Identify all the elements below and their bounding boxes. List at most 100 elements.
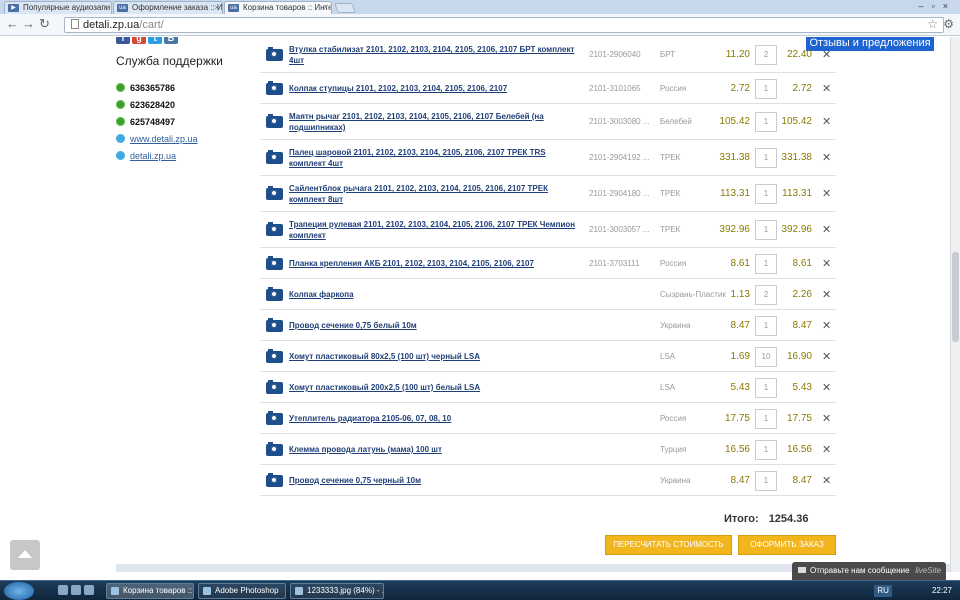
product-name-link[interactable]: Втулка стабилизат 2101, 2102, 2103, 2104… [289, 44, 581, 66]
tab-checkout[interactable]: ua Оформление заказа :: Инте × [113, 1, 223, 14]
camera-photo-icon[interactable] [266, 186, 283, 200]
camera-photo-icon[interactable] [266, 47, 283, 61]
quantity-input[interactable]: 1 [755, 409, 777, 429]
wrench-menu-icon[interactable]: ⚙ [943, 17, 954, 31]
contact-item: 625748497 [116, 115, 198, 132]
quicklaunch-icon[interactable] [58, 585, 68, 595]
product-name-link[interactable]: Колпак ступицы 2101, 2102, 2103, 2104, 2… [289, 83, 581, 94]
taskbar-item[interactable]: Adobe Photoshop [198, 583, 286, 599]
product-article: 2101-3003057 ... [589, 225, 650, 234]
reload-icon[interactable]: ↻ [39, 17, 50, 31]
ua-site-tab-icon: ua [117, 4, 128, 12]
back-arrow-icon[interactable]: ← [6, 17, 19, 31]
taskbar-item[interactable]: 1233333.jpg (84%) - ... [290, 583, 384, 599]
close-tab-icon[interactable]: × [323, 2, 328, 14]
product-name-link[interactable]: Планка крепления АКБ 2101, 2102, 2103, 2… [289, 258, 581, 269]
camera-photo-icon[interactable] [266, 150, 283, 164]
delete-item-icon[interactable]: ✕ [822, 381, 831, 394]
twitter-icon[interactable]: t [148, 37, 162, 44]
tab-audio[interactable]: ▶ Популярные аудиозапи × [4, 1, 112, 14]
icq-number: 625748497 [130, 117, 176, 127]
camera-photo-icon[interactable] [266, 114, 283, 128]
google-plus-icon[interactable]: g [132, 37, 146, 44]
quicklaunch-icon[interactable] [71, 585, 81, 595]
quantity-input[interactable]: 1 [755, 316, 777, 336]
product-name-link[interactable]: Хомут пластиковый 200х2,5 (100 шт) белый… [289, 382, 581, 393]
product-price: 8.61 [730, 258, 750, 269]
window-controls[interactable]: ‒▫× [919, 1, 956, 11]
language-indicator[interactable]: RU [874, 585, 892, 597]
camera-photo-icon[interactable] [266, 287, 283, 301]
recalculate-button[interactable]: ПЕРЕСЧИТАТЬ СТОИМОСТЬ [605, 535, 732, 555]
quantity-input[interactable]: 1 [755, 254, 777, 274]
product-name-link[interactable]: Маятн рычаг 2101, 2102, 2103, 2104, 2105… [289, 111, 581, 133]
delete-item-icon[interactable]: ✕ [822, 82, 831, 95]
delete-item-icon[interactable]: ✕ [822, 350, 831, 363]
facebook-icon[interactable]: f [116, 37, 130, 44]
delete-item-icon[interactable]: ✕ [822, 412, 831, 425]
vk-icon[interactable]: B [164, 37, 178, 44]
camera-photo-icon[interactable] [266, 442, 283, 456]
close-tab-icon[interactable]: × [103, 2, 108, 14]
product-name-link[interactable]: Палец шаровой 2101, 2102, 2103, 2104, 21… [289, 147, 581, 169]
start-button[interactable] [4, 582, 34, 600]
page-icon [71, 19, 79, 29]
delete-item-icon[interactable]: ✕ [822, 443, 831, 456]
quantity-input[interactable]: 1 [755, 440, 777, 460]
camera-photo-icon[interactable] [266, 256, 283, 270]
product-name-link[interactable]: Провод сечение 0,75 белый 10м [289, 320, 581, 331]
delete-item-icon[interactable]: ✕ [822, 474, 831, 487]
chrome-quicklaunch-icon[interactable] [84, 585, 94, 595]
quantity-input[interactable]: 1 [755, 220, 777, 240]
delete-item-icon[interactable]: ✕ [822, 48, 831, 61]
camera-photo-icon[interactable] [266, 318, 283, 332]
address-bar[interactable]: detali.zp.ua/cart/ [64, 17, 944, 33]
quantity-input[interactable]: 1 [755, 184, 777, 204]
forward-arrow-icon[interactable]: → [22, 17, 35, 31]
skype-link[interactable]: www.detali.zp.ua [130, 134, 198, 144]
quantity-input[interactable]: 1 [755, 112, 777, 132]
place-order-button[interactable]: ОФОРМИТЬ ЗАКАЗ [738, 535, 836, 555]
product-name-link[interactable]: Провод сечение 0,75 черный 10м [289, 475, 581, 486]
tab-cart[interactable]: ua Корзина товаров :: Интер × [224, 1, 332, 14]
camera-photo-icon[interactable] [266, 473, 283, 487]
delete-item-icon[interactable]: ✕ [822, 223, 831, 236]
delete-item-icon[interactable]: ✕ [822, 115, 831, 128]
skype-link[interactable]: detali.zp.ua [130, 151, 176, 161]
delete-item-icon[interactable]: ✕ [822, 151, 831, 164]
quantity-input[interactable]: 1 [755, 378, 777, 398]
product-name-link[interactable]: Сайлентблок рычага 2101, 2102, 2103, 210… [289, 183, 581, 205]
clock: 22:27 [931, 586, 952, 595]
camera-photo-icon[interactable] [266, 411, 283, 425]
support-contacts: 636365786 623628420 625748497 www.detali… [116, 81, 198, 166]
quantity-input[interactable]: 2 [755, 45, 777, 65]
delete-item-icon[interactable]: ✕ [822, 187, 831, 200]
product-name-link[interactable]: Клемма провода латунь (мама) 100 шт [289, 444, 581, 455]
quantity-input[interactable]: 1 [755, 79, 777, 99]
livesite-chat-widget[interactable]: Отправьте нам сообщение liveSite [792, 562, 946, 580]
camera-photo-icon[interactable] [266, 222, 283, 236]
quantity-input[interactable]: 1 [755, 148, 777, 168]
delete-item-icon[interactable]: ✕ [822, 288, 831, 301]
quantity-input[interactable]: 2 [755, 285, 777, 305]
camera-photo-icon[interactable] [266, 81, 283, 95]
delete-item-icon[interactable]: ✕ [822, 257, 831, 270]
page-scrollbar[interactable] [950, 37, 960, 572]
quantity-input[interactable]: 1 [755, 471, 777, 491]
new-tab-button[interactable] [334, 3, 356, 13]
scrollbar-thumb[interactable] [952, 252, 959, 342]
product-name-link[interactable]: Трапеция рулевая 2101, 2102, 2103, 2104,… [289, 219, 581, 241]
scroll-to-top-button[interactable] [10, 540, 40, 570]
camera-photo-icon[interactable] [266, 349, 283, 363]
product-name-link[interactable]: Утеплитель радиатора 2105-06, 07, 08, 10 [289, 413, 581, 424]
delete-item-icon[interactable]: ✕ [822, 319, 831, 332]
cart-row: Трапеция рулевая 2101, 2102, 2103, 2104,… [260, 212, 836, 248]
quantity-input[interactable]: 10 [755, 347, 777, 367]
social-icons: fgtB [116, 37, 180, 44]
product-name-link[interactable]: Колпак фаркопа [289, 289, 581, 300]
bookmark-star-icon[interactable]: ☆ [927, 17, 938, 31]
product-name-link[interactable]: Хомут пластиковый 80х2,5 (100 шт) черный… [289, 351, 581, 362]
close-tab-icon[interactable]: × [214, 2, 219, 14]
taskbar-item[interactable]: Корзина товаров :: ... [106, 583, 194, 599]
camera-photo-icon[interactable] [266, 380, 283, 394]
